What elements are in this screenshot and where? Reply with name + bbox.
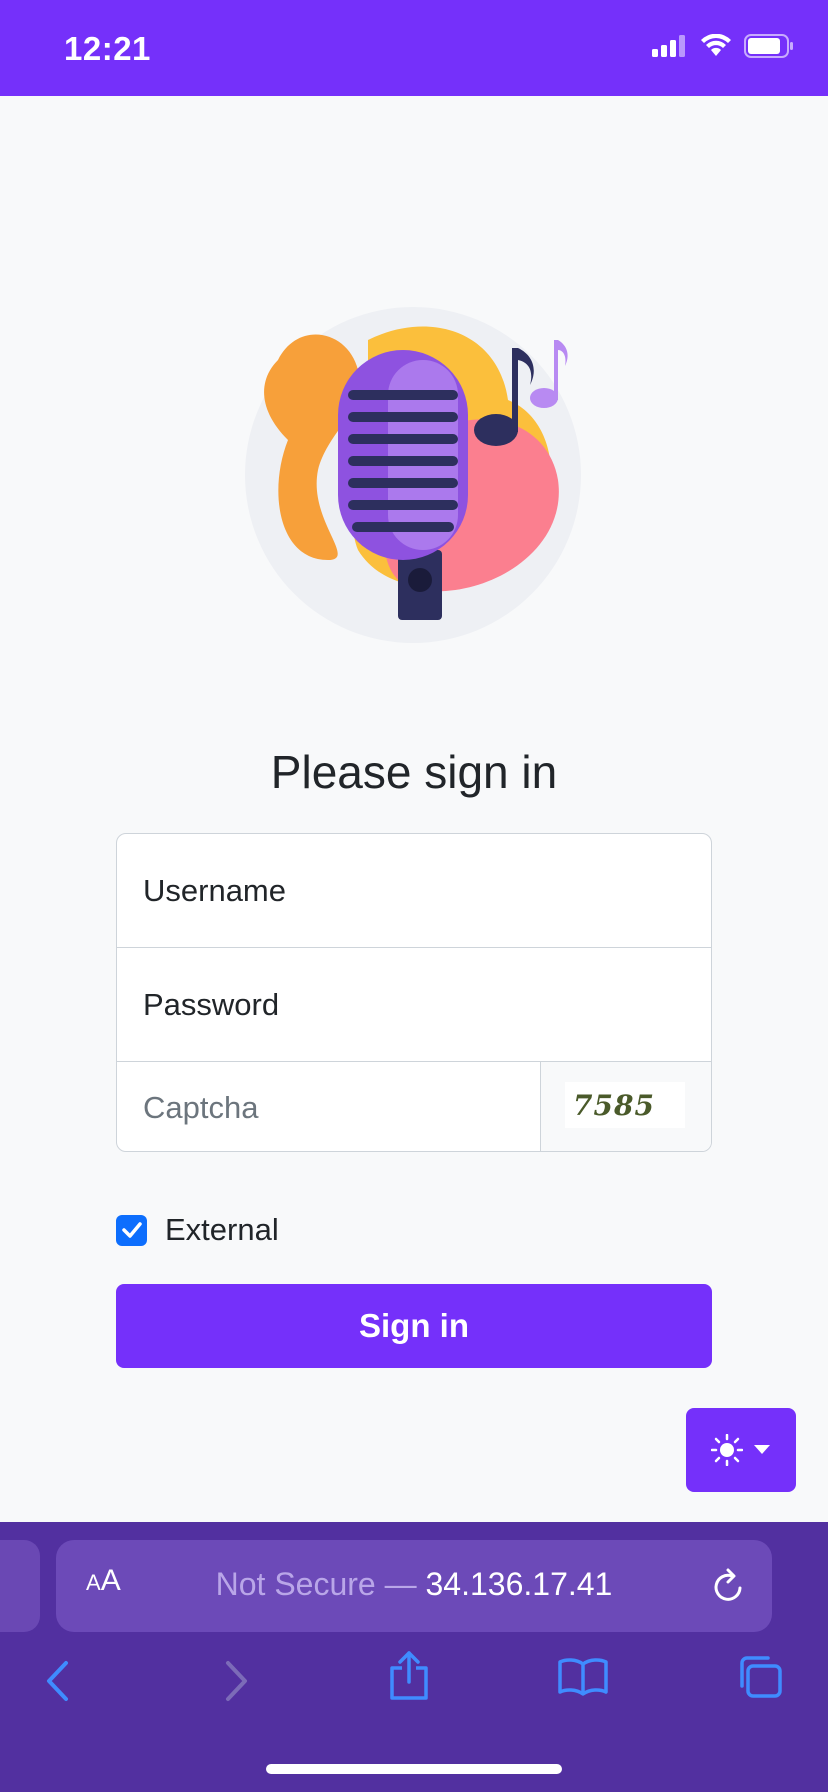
external-label[interactable]: External <box>165 1212 279 1248</box>
home-indicator <box>266 1764 562 1774</box>
microphone-music-illustration <box>238 300 588 650</box>
status-icons <box>652 34 794 58</box>
cellular-signal-icon <box>652 35 685 57</box>
external-checkbox-row: External <box>116 1212 279 1248</box>
password-input[interactable]: Password <box>117 948 711 1062</box>
status-time: 12:21 <box>64 30 151 67</box>
address-bar[interactable]: AA Not Secure — 34.136.17.41 <box>56 1540 772 1632</box>
external-checkbox[interactable] <box>116 1214 147 1246</box>
url-prefix: Not Secure — <box>215 1566 426 1602</box>
captcha-area: 7585 <box>541 1062 711 1151</box>
status-bar: 12:21 <box>0 0 828 96</box>
theme-toggle-button[interactable] <box>686 1408 796 1492</box>
captcha-image[interactable]: 7585 <box>565 1082 685 1128</box>
url-host: 34.136.17.41 <box>425 1566 613 1602</box>
bookmarks-icon[interactable] <box>558 1656 608 1696</box>
page-title: Please sign in <box>270 746 558 798</box>
browser-nav-row <box>0 1650 828 1730</box>
username-input[interactable]: Username <box>117 834 711 948</box>
checkmark-icon <box>121 1222 142 1238</box>
share-icon[interactable] <box>388 1650 430 1702</box>
url-text: Not Secure — 34.136.17.41 <box>56 1566 772 1603</box>
sun-icon <box>711 1434 743 1466</box>
battery-icon <box>744 34 793 58</box>
signin-form: Username Password Captcha 7585 <box>116 833 712 1152</box>
tabs-icon[interactable] <box>736 1654 784 1700</box>
wifi-icon <box>701 34 731 56</box>
browser-toolbar: AA Not Secure — 34.136.17.41 <box>0 1522 828 1792</box>
reload-icon[interactable] <box>710 1566 746 1606</box>
caret-down-icon <box>754 1445 770 1454</box>
previous-tab-stub[interactable] <box>0 1540 40 1632</box>
back-icon[interactable] <box>44 1660 72 1702</box>
forward-icon[interactable] <box>222 1660 250 1702</box>
captcha-input[interactable]: Captcha <box>117 1062 541 1151</box>
sign-in-button[interactable]: Sign in <box>116 1284 712 1368</box>
